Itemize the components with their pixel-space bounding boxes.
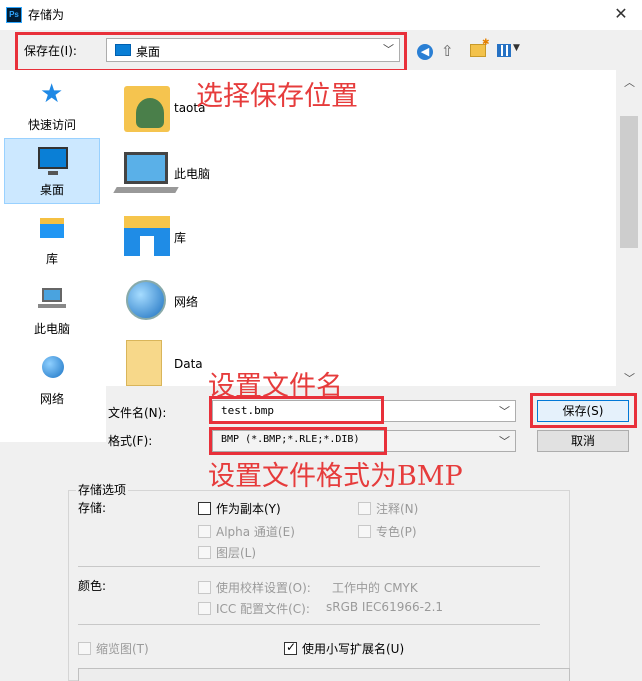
back-icon[interactable]: ◀: [417, 44, 433, 60]
sidebar-item-label: 快速访问: [27, 118, 76, 132]
layers-label[interactable]: 图层(L): [216, 544, 256, 561]
sidebar-item-this-pc[interactable]: 此电脑: [4, 280, 100, 346]
title-bar: [0, 0, 642, 30]
library-icon: [124, 216, 170, 256]
chevron-down-icon[interactable]: ﹀: [499, 433, 510, 449]
format-label: 格式(F):: [108, 434, 153, 448]
network-icon: [126, 280, 166, 320]
as-copy-checkbox[interactable]: [198, 502, 211, 515]
scroll-up-icon[interactable]: ︿: [624, 74, 635, 90]
user-folder-icon: [124, 86, 170, 132]
icc-profile-label[interactable]: ICC 配置文件(C):: [216, 600, 310, 617]
file-name-highlight: [209, 396, 384, 424]
quick-access-star-icon: ★: [40, 79, 64, 109]
photoshop-app-icon: Ps: [6, 7, 22, 23]
scroll-down-icon[interactable]: ﹀: [624, 370, 635, 386]
sidebar-item-network[interactable]: 网络: [4, 350, 100, 416]
computer-icon: [124, 152, 168, 184]
file-name: Data: [174, 357, 203, 371]
thumbnail-checkbox[interactable]: [78, 642, 91, 655]
divider: [78, 566, 540, 567]
alpha-channels-checkbox[interactable]: [198, 525, 211, 538]
layers-checkbox[interactable]: [198, 546, 211, 559]
sidebar-item-label: 网络: [39, 392, 64, 406]
lowercase-extension-label[interactable]: 使用小写扩展名(U): [302, 640, 404, 657]
annotations-checkbox[interactable]: [358, 502, 371, 515]
list-item[interactable]: 此电脑: [112, 142, 412, 202]
file-list: taota 此电脑 库 网络 Data: [106, 70, 616, 386]
sidebar-item-quick-access[interactable]: ★ 快速访问: [4, 74, 100, 140]
sidebar-item-library[interactable]: 库: [4, 210, 100, 276]
file-name-label: 文件名(N):: [108, 406, 167, 420]
alpha-channels-label[interactable]: Alpha 通道(E): [216, 523, 295, 540]
library-icon: [40, 218, 64, 238]
proof-setup-value: 工作中的 CMYK: [332, 581, 418, 595]
places-sidebar: ★ 快速访问 桌面 库 此电脑 网络: [0, 70, 106, 442]
list-item[interactable]: 网络: [112, 270, 412, 330]
vertical-scrollbar[interactable]: ︿ ﹀: [616, 70, 642, 386]
network-icon: [42, 356, 64, 378]
use-proof-setup-label[interactable]: 使用校样设置(O):: [216, 579, 311, 596]
cancel-button[interactable]: 取消: [537, 430, 629, 452]
save-location-highlight: [15, 32, 407, 72]
as-copy-label[interactable]: 作为副本(Y): [216, 500, 281, 517]
icc-profile-checkbox[interactable]: [198, 602, 211, 615]
window-title: 存储为: [28, 8, 65, 22]
up-folder-icon[interactable]: ⇧: [441, 42, 454, 60]
lowercase-extension-checkbox[interactable]: [284, 640, 297, 655]
new-folder-star-icon: ✱: [482, 38, 490, 48]
file-name: 库: [174, 231, 187, 245]
file-name: 此电脑: [174, 167, 211, 181]
view-menu-icon[interactable]: [497, 44, 511, 57]
color-label: 颜色:: [78, 579, 107, 593]
save-label: 存储:: [78, 501, 107, 515]
icc-profile-value: sRGB IEC61966-2.1: [326, 600, 444, 614]
sidebar-item-label: 库: [45, 252, 58, 266]
scroll-thumb[interactable]: [620, 116, 638, 248]
file-format-highlight: [209, 427, 387, 455]
list-item[interactable]: 库: [112, 206, 412, 266]
close-icon[interactable]: ✕: [606, 2, 636, 26]
thumbnail-label[interactable]: 缩览图(T): [96, 640, 149, 657]
view-menu-chevron-icon[interactable]: ▼: [513, 43, 520, 53]
file-name: 网络: [174, 295, 199, 309]
spot-colors-checkbox[interactable]: [358, 525, 371, 538]
save-button-highlight: [530, 393, 637, 428]
sidebar-item-label: 桌面: [39, 183, 64, 197]
desktop-icon: [38, 147, 68, 175]
use-proof-setup-checkbox[interactable]: [198, 581, 211, 594]
divider: [78, 624, 540, 625]
annotations-label[interactable]: 注释(N): [376, 500, 418, 517]
sidebar-item-desktop[interactable]: 桌面: [4, 138, 100, 204]
options-bottom-panel: [78, 668, 570, 681]
sidebar-item-label: 此电脑: [33, 322, 70, 336]
annotation-save-location: 选择保存位置: [196, 81, 358, 112]
chevron-down-icon[interactable]: ﹀: [499, 403, 510, 419]
save-options-title: 存储选项: [76, 481, 129, 498]
this-pc-icon: [38, 288, 66, 308]
spot-colors-label[interactable]: 专色(P): [376, 523, 417, 540]
annotation-file-format: 设置文件格式为BMP: [208, 461, 463, 492]
folder-icon: [126, 340, 162, 386]
